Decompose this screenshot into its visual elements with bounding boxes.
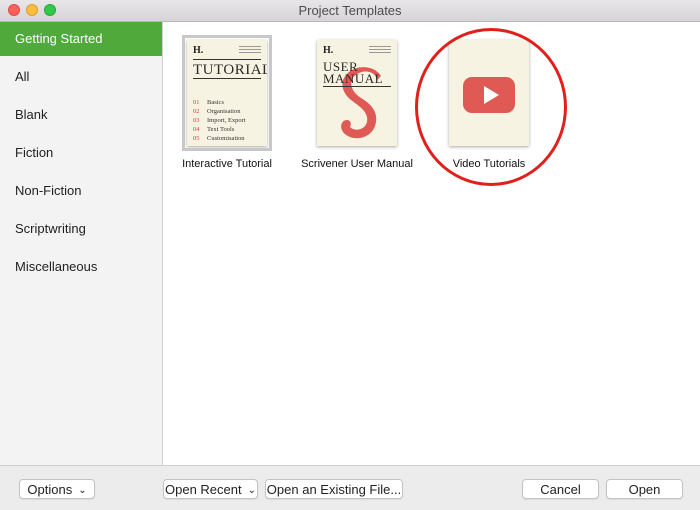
category-fiction[interactable]: Fiction bbox=[0, 136, 162, 170]
tutorial-cover-toc: 01 Basics 02 Organisation 03 Import, Export… bbox=[193, 99, 246, 142]
category-non-fiction[interactable]: Non-Fiction bbox=[0, 174, 162, 208]
manual-s-glyph bbox=[341, 67, 381, 139]
category-sidebar: Getting Started All Blank Fiction Non-Fi… bbox=[0, 22, 163, 465]
category-scriptwriting[interactable]: Scriptwriting bbox=[0, 212, 162, 246]
category-miscellaneous[interactable]: Miscellaneous bbox=[0, 250, 162, 284]
template-label: Interactive Tutorial bbox=[182, 158, 272, 170]
template-interactive-tutorial[interactable]: H. TUTORIAL 01 Basics 02 Organisation 03 Im… bbox=[167, 35, 287, 170]
template-user-manual[interactable]: H. USER MANUAL Scrivener User Manual bbox=[297, 40, 417, 170]
category-all[interactable]: All bbox=[0, 60, 162, 94]
manual-cover-title-2: MANUAL bbox=[323, 71, 384, 86]
tutorial-cover-title: TUTORIAL bbox=[193, 62, 267, 78]
play-icon bbox=[463, 77, 515, 113]
chevron-down-icon: ⌄ bbox=[247, 484, 256, 496]
open-existing-file-button[interactable]: Open an Existing File... bbox=[265, 479, 403, 499]
template-label: Video Tutorials bbox=[452, 158, 526, 170]
category-blank[interactable]: Blank bbox=[0, 98, 162, 132]
category-getting-started[interactable]: Getting Started bbox=[0, 22, 162, 56]
cancel-button[interactable]: Cancel bbox=[522, 479, 599, 499]
video-cover-thumbnail[interactable] bbox=[449, 40, 529, 146]
open-recent-button[interactable]: Open Recent ⌄ bbox=[163, 479, 258, 499]
tutorial-cover-thumbnail[interactable]: H. TUTORIAL 01 Basics 02 Organisation 03 Im… bbox=[182, 35, 272, 151]
open-button[interactable]: Open bbox=[606, 479, 683, 499]
bottom-toolbar: Options ⌄ Open Recent ⌄ Open an Existing F… bbox=[0, 465, 700, 510]
template-grid: H. TUTORIAL 01 Basics 02 Organisation 03 Im… bbox=[163, 22, 700, 465]
manual-cover-thumbnail[interactable]: H. USER MANUAL bbox=[317, 40, 397, 146]
chevron-down-icon: ⌄ bbox=[78, 484, 87, 496]
template-video-tutorials[interactable]: Video Tutorials bbox=[429, 40, 549, 170]
template-label: Scrivener User Manual bbox=[301, 158, 413, 170]
window-title: Project Templates bbox=[298, 3, 402, 18]
title-bar: Project Templates bbox=[0, 0, 700, 22]
options-button[interactable]: Options ⌄ bbox=[19, 479, 95, 499]
